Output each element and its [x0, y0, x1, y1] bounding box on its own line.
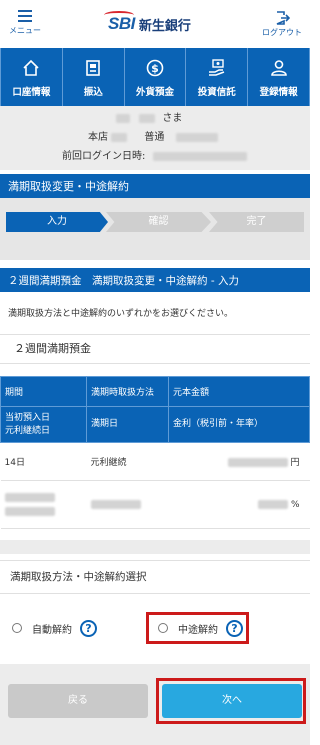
- nav-label: 口座情報: [12, 87, 51, 98]
- redacted-account-number: [175, 132, 218, 142]
- customer-name-row: さま: [116, 112, 182, 126]
- redacted-name: [116, 113, 130, 123]
- bank-logo: SBI 新生銀行: [104, 11, 191, 34]
- th-period: 期間: [0, 376, 87, 407]
- redacted-name: [139, 113, 156, 123]
- rate-unit: %: [290, 499, 300, 510]
- nav-item-foreign-deposit[interactable]: $ 外貨預金: [125, 48, 187, 106]
- main-nav: 口座情報 振込 $ 外貨預金 投資信託 登録情報: [0, 48, 310, 106]
- amount-unit: 円: [290, 458, 300, 468]
- atm-icon: [86, 60, 100, 76]
- back-button[interactable]: 戻る: [8, 684, 148, 718]
- logout-label: ログアウト: [262, 28, 302, 37]
- selection-title: 満期取扱方法・中途解約選択: [0, 560, 310, 594]
- radio-auto-cancel[interactable]: [12, 623, 22, 633]
- progress-steps: 入力 確認 完了: [0, 198, 310, 260]
- name-suffix: さま: [162, 113, 183, 124]
- app-header: メニュー SBI 新生銀行 ログアウト: [0, 0, 310, 48]
- redacted-login-time: [152, 151, 247, 161]
- logout-button[interactable]: ログアウト: [260, 10, 304, 38]
- customer-info: さま 本店 普通 前回ログイン日時:: [0, 106, 310, 170]
- account-type: 普通: [144, 132, 165, 143]
- nav-label: 登録情報: [259, 87, 298, 98]
- cell-rate: %: [168, 480, 310, 529]
- dollar-icon: $: [146, 59, 164, 77]
- nav-item-transfer[interactable]: 振込: [63, 48, 125, 106]
- branch-label: 本店: [88, 132, 108, 143]
- cell-period: 14日: [0, 442, 87, 481]
- logout-icon: [276, 11, 290, 25]
- help-icon[interactable]: ?: [80, 619, 97, 637]
- redacted-branch: [111, 132, 128, 142]
- th-principal: 元本金額: [168, 376, 310, 407]
- cell-amount: 円: [168, 442, 310, 481]
- menu-label: メニュー: [9, 26, 41, 35]
- th-interest-rate: 金利（税引前・年率）: [168, 406, 310, 443]
- th-maturity-date: 満期日: [86, 406, 169, 443]
- nav-item-account[interactable]: 口座情報: [0, 48, 63, 106]
- redacted-date: [4, 507, 55, 516]
- nav-item-registration[interactable]: 登録情報: [248, 48, 310, 106]
- cell-dates: [0, 480, 87, 529]
- last-login-label: 前回ログイン日時:: [62, 151, 146, 162]
- house-icon: [23, 59, 39, 76]
- cell-method: 元利継続: [86, 442, 169, 481]
- nav-label: 投資信託: [197, 87, 236, 98]
- redacted-date: [4, 493, 55, 502]
- table-row: 14日 元利継続 円: [0, 442, 310, 481]
- logo-mark: SBI: [104, 11, 135, 33]
- redacted-rate: [258, 499, 289, 509]
- redacted-date: [90, 499, 141, 509]
- highlight-box: [156, 678, 306, 724]
- product-name: ２週間満期預金: [0, 334, 310, 364]
- hand-coin-icon: [208, 59, 225, 76]
- nav-label: 振込: [83, 87, 103, 98]
- section-title: 満期取扱変更・中途解約: [0, 174, 310, 198]
- option-label: 自動解約: [32, 624, 72, 636]
- deposit-table: 期間 満期時取扱方法 元本金額 当初預入日 元利継続日 満期日 金利（税引前・年…: [0, 376, 310, 529]
- form-title: ２週間満期預金 満期取扱変更・中途解約 - 入力: [0, 268, 310, 292]
- redacted-amount: [227, 458, 288, 467]
- th-maturity-method: 満期時取扱方法: [86, 376, 169, 407]
- last-login-row: 前回ログイン日時:: [62, 150, 247, 164]
- option-auto-cancel[interactable]: 自動解約 ?: [12, 617, 97, 639]
- th-deposit-date: 当初預入日 元利継続日: [0, 406, 87, 443]
- table-row: %: [0, 480, 310, 529]
- account-row: 本店 普通: [88, 131, 218, 145]
- step-input: 入力: [6, 212, 108, 232]
- highlight-box: [146, 612, 249, 644]
- bank-name: 新生銀行: [138, 18, 191, 34]
- nav-label: 外貨預金: [135, 87, 174, 98]
- step-confirm: 確認: [106, 212, 211, 232]
- person-icon: [270, 60, 287, 76]
- cell-maturity-date: [86, 480, 169, 529]
- instruction-text: 満期取扱方法と中途解約のいずれかをお選びください。: [8, 309, 234, 319]
- svg-text:$: $: [151, 62, 159, 75]
- menu-button[interactable]: メニュー: [8, 10, 42, 36]
- spacer: [0, 540, 310, 554]
- hamburger-icon: [18, 10, 32, 22]
- step-complete: 完了: [209, 212, 304, 232]
- nav-item-investment-trust[interactable]: 投資信託: [186, 48, 249, 106]
